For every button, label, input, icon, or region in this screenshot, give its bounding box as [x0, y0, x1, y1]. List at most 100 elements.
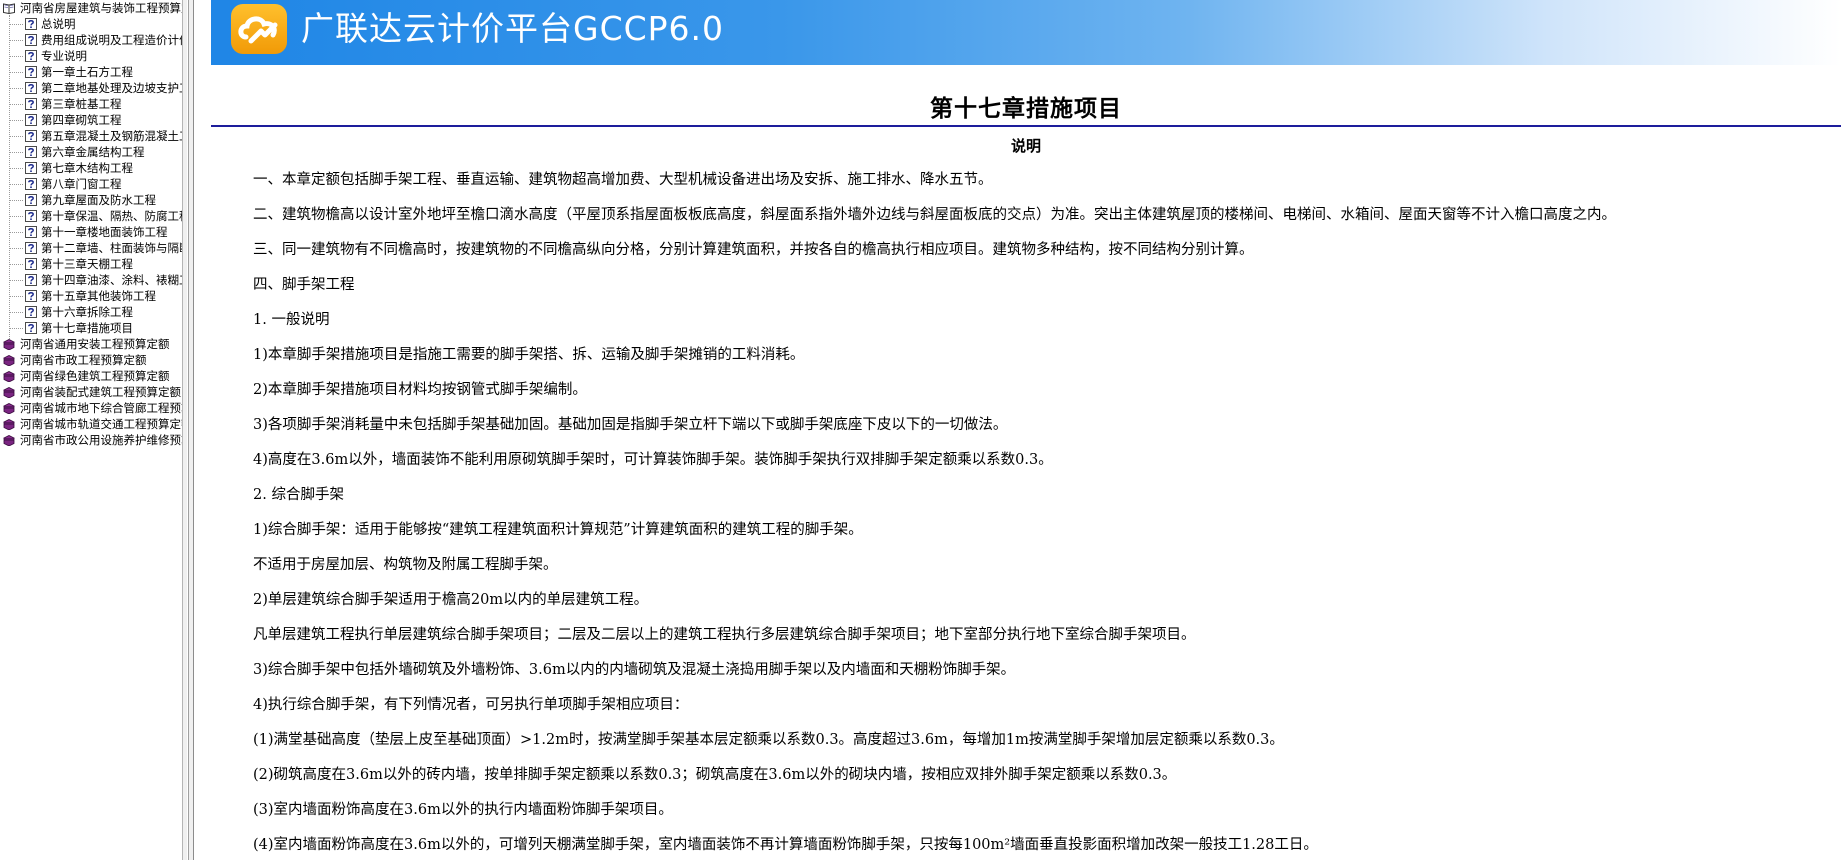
- body-paragraph: 凡单层建筑工程执行单层建筑综合脚手架项目；二层及二层以上的建筑工程执行多层建筑综…: [253, 627, 1196, 643]
- tree-item-label: 第三章桩基工程: [41, 97, 122, 111]
- tree-item-label: 第八章门窗工程: [41, 177, 122, 191]
- tree-item-label: 第十二章墙、柱面装饰与隔断工程: [41, 241, 182, 255]
- tree-item[interactable]: 第五章混凝土及钢筋混凝土工程: [0, 128, 182, 144]
- tree-book-label: 河南省城市轨道交通工程预算定额: [20, 417, 182, 431]
- body-paragraph: 1. 一般说明: [253, 312, 330, 328]
- book-icon: [3, 419, 15, 430]
- help-page-icon: [25, 194, 37, 206]
- book-icon: [3, 387, 15, 398]
- help-page-icon: [25, 98, 37, 110]
- tree-book[interactable]: 河南省城市地下综合管廊工程预算定额: [0, 400, 182, 416]
- book-icon: [3, 403, 15, 414]
- tree-item-label: 总说明: [41, 17, 76, 31]
- tree-item[interactable]: 第十五章其他装饰工程: [0, 288, 182, 304]
- section-heading: 说明: [1010, 137, 1041, 155]
- book-icon: [3, 435, 15, 446]
- help-page-icon: [25, 306, 37, 318]
- tree-item-label: 第十五章其他装饰工程: [41, 289, 156, 303]
- help-page-icon: [25, 34, 37, 46]
- tree-item-label: 第十七章措施项目: [41, 321, 133, 335]
- tree-item-label: 第十六章拆除工程: [41, 305, 133, 319]
- tree-item-label: 第十章保温、隔热、防腐工程: [41, 209, 182, 223]
- tree-book[interactable]: 河南省市政工程预算定额: [0, 352, 182, 368]
- tree-item-label: 第十三章天棚工程: [41, 257, 133, 271]
- tree-item[interactable]: 第八章门窗工程: [0, 176, 182, 192]
- tree-item[interactable]: 第十六章拆除工程: [0, 304, 182, 320]
- help-page-icon: [25, 18, 37, 30]
- tree-root-label: 河南省房屋建筑与装饰工程预算定额: [20, 1, 182, 15]
- body-paragraph: 四、脚手架工程: [253, 277, 355, 293]
- tree-item-label: 第六章金属结构工程: [41, 145, 145, 159]
- help-page-icon: [25, 242, 37, 254]
- tree-book-label: 河南省市政工程预算定额: [20, 353, 147, 367]
- splitter-grip[interactable]: [187, 0, 189, 860]
- body-paragraph: 不适用于房屋加层、构筑物及附属工程脚手架。: [253, 557, 558, 573]
- open-book-icon: [3, 3, 15, 14]
- tree-root-housing-quota[interactable]: 河南省房屋建筑与装饰工程预算定额: [0, 0, 182, 16]
- chapter-body: 一、本章定额包括脚手架工程、垂直运输、建筑物超高增加费、大型机械设备进出场及安拆…: [253, 168, 1833, 860]
- tree-item[interactable]: 费用组成说明及工程造价计价程序: [0, 32, 182, 48]
- help-page-icon: [25, 226, 37, 238]
- tree-book[interactable]: 河南省绿色建筑工程预算定额: [0, 368, 182, 384]
- title-divider: [211, 125, 1841, 127]
- tree-item[interactable]: 专业说明: [0, 48, 182, 64]
- tree-book[interactable]: 河南省城市轨道交通工程预算定额: [0, 416, 182, 432]
- tree-item-label: 第十四章油漆、涂料、裱糊工程: [41, 273, 182, 287]
- tree-item[interactable]: 第十二章墙、柱面装饰与隔断工程: [0, 240, 182, 256]
- body-paragraph: 1)本章脚手架措施项目是指施工需要的脚手架搭、拆、运输及脚手架摊销的工料消耗。: [253, 347, 805, 363]
- tree-item[interactable]: 第十四章油漆、涂料、裱糊工程: [0, 272, 182, 288]
- tree-item[interactable]: 第十一章楼地面装饰工程: [0, 224, 182, 240]
- tree-item[interactable]: 第四章砌筑工程: [0, 112, 182, 128]
- tree-book[interactable]: 河南省市政公用设施养护维修预算定额: [0, 432, 182, 448]
- body-paragraph: (3)室内墙面粉饰高度在3.6m以外的执行内墙面粉饰脚手架项目。: [253, 802, 673, 818]
- tree-item[interactable]: 第七章木结构工程: [0, 160, 182, 176]
- help-page-icon: [25, 178, 37, 190]
- tree-item[interactable]: 第二章地基处理及边坡支护工程: [0, 80, 182, 96]
- help-page-icon: [25, 50, 37, 62]
- body-paragraph: 2)单层建筑综合脚手架适用于檐高20m以内的单层建筑工程。: [253, 592, 649, 608]
- help-page-icon: [25, 130, 37, 142]
- help-page-icon: [25, 258, 37, 270]
- help-content-pane: 广联达云计价平台GCCP6.0 第十七章措施项目 说明 一、本章定额包括脚手架工…: [211, 0, 1841, 860]
- gccp-logo-icon: [231, 4, 287, 54]
- body-paragraph: 4)执行综合脚手架，有下列情况者，可另执行单项脚手架相应项目：: [253, 697, 689, 713]
- tree-item-label: 专业说明: [41, 49, 87, 63]
- tree-item-label: 第九章屋面及防水工程: [41, 193, 156, 207]
- tree-item-label: 第十一章楼地面装饰工程: [41, 225, 168, 239]
- help-tree: 河南省房屋建筑与装饰工程预算定额 总说明费用组成说明及工程造价计价程序专业说明第…: [0, 0, 182, 448]
- tree-item-label: 第七章木结构工程: [41, 161, 133, 175]
- chapter-title: 第十七章措施项目: [930, 95, 1122, 122]
- panel-splitter[interactable]: [182, 0, 194, 860]
- tree-book[interactable]: 河南省通用安装工程预算定额: [0, 336, 182, 352]
- body-paragraph: (4)室内墙面粉饰高度在3.6m以外的，可增列天棚满堂脚手架，室内墙面装饰不再计…: [253, 837, 1318, 853]
- help-page-icon: [25, 146, 37, 158]
- app-title: 广联达云计价平台GCCP6.0: [301, 9, 725, 48]
- body-paragraph: 4)高度在3.6m以外，墙面装饰不能利用原砌筑脚手架时，可计算装饰脚手架。装饰脚…: [253, 452, 1053, 468]
- tree-item[interactable]: 第九章屋面及防水工程: [0, 192, 182, 208]
- help-page-icon: [25, 274, 37, 286]
- help-page-icon: [25, 114, 37, 126]
- tree-item[interactable]: 第一章土石方工程: [0, 64, 182, 80]
- help-page-icon: [25, 290, 37, 302]
- tree-item[interactable]: 第十三章天棚工程: [0, 256, 182, 272]
- help-tree-panel: 河南省房屋建筑与装饰工程预算定额 总说明费用组成说明及工程造价计价程序专业说明第…: [0, 0, 182, 860]
- body-paragraph: 2. 综合脚手架: [253, 487, 344, 503]
- body-paragraph: 3)各项脚手架消耗量中未包括脚手架基础加固。基础加固是指脚手架立杆下端以下或脚手…: [253, 417, 1008, 433]
- tree-item[interactable]: 第十七章措施项目: [0, 320, 182, 336]
- body-paragraph: 1)综合脚手架：适用于能够按“建筑工程建筑面积计算规范”计算建筑面积的建筑工程的…: [253, 522, 863, 538]
- help-page-icon: [25, 66, 37, 78]
- tree-item[interactable]: 总说明: [0, 16, 182, 32]
- body-paragraph: 3)综合脚手架中包括外墙砌筑及外墙粉饰、3.6m以内的内墙砌筑及混凝土浇捣用脚手…: [253, 662, 1016, 678]
- body-paragraph: 二、建筑物檐高以设计室外地坪至檐口滴水高度（平屋顶系指屋面板板底高度，斜屋面系指…: [253, 207, 1616, 223]
- book-icon: [3, 371, 15, 382]
- body-paragraph: (1)满堂基础高度（垫层上皮至基础顶面）>1.2m时，按满堂脚手架基本层定额乘以…: [253, 732, 1284, 748]
- book-icon: [3, 355, 15, 366]
- tree-item[interactable]: 第三章桩基工程: [0, 96, 182, 112]
- help-page-icon: [25, 210, 37, 222]
- tree-book[interactable]: 河南省装配式建筑工程预算定额: [0, 384, 182, 400]
- tree-item-label: 第五章混凝土及钢筋混凝土工程: [41, 129, 182, 143]
- help-page-icon: [25, 82, 37, 94]
- tree-book-label: 河南省绿色建筑工程预算定额: [20, 369, 170, 383]
- tree-item[interactable]: 第十章保温、隔热、防腐工程: [0, 208, 182, 224]
- tree-item[interactable]: 第六章金属结构工程: [0, 144, 182, 160]
